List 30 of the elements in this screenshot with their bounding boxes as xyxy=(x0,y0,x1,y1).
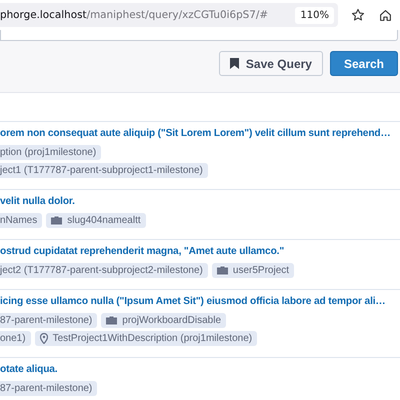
project-tag[interactable]: ption (proj1milestone) xyxy=(0,145,102,160)
task-title-link[interactable]: orem non consequat aute aliquip ("Sit Lorem Lorem") velit cillum sunt reprehend… xyxy=(0,126,400,142)
address-bar[interactable]: phorge.localhost/maniphest/query/xzCGTu0i6pS7/# 110% xyxy=(0,3,338,27)
map-pin-icon xyxy=(40,333,48,344)
project-tag[interactable]: ject1 (T177787-parent-subproject1-milestone) xyxy=(0,163,208,178)
bookmark-icon xyxy=(230,58,239,69)
task-title-link[interactable]: otate aliqua. xyxy=(0,362,400,378)
star-icon[interactable] xyxy=(351,8,365,22)
briefcase-icon xyxy=(106,316,118,325)
project-tag[interactable]: TestProject1WithDescription (proj1milestone) xyxy=(34,331,258,346)
project-tag[interactable]: user5Project xyxy=(212,263,294,278)
project-tag[interactable]: slug404namealtt xyxy=(46,213,146,228)
briefcase-icon xyxy=(216,266,228,275)
project-tag[interactable]: 87-parent-milestone) xyxy=(0,381,98,396)
project-tag[interactable]: nNames xyxy=(0,213,42,228)
project-tag[interactable]: ject2 (T177787-parent-subproject2-milestone) xyxy=(0,263,208,278)
save-query-button[interactable]: Save Query xyxy=(218,51,323,76)
task-title-link[interactable]: icing esse ullamco nulla ("Ipsum Amet Sit") eiusmod officia labore ad tempor ali… xyxy=(0,294,400,310)
url-path: /maniphest/query/xzCGTu0i6pS7/# xyxy=(86,9,268,21)
url-host: phorge.localhost xyxy=(0,9,87,21)
home-icon[interactable] xyxy=(379,8,392,22)
briefcase-icon xyxy=(51,216,62,225)
task-title-link[interactable]: velit nulla dolor. xyxy=(0,194,400,210)
project-tag[interactable]: 87-parent-milestone) xyxy=(0,313,98,328)
project-tag[interactable]: projWorkboardDisable xyxy=(101,313,226,328)
search-button[interactable]: Search xyxy=(330,51,398,76)
zoom-level-badge[interactable]: 110% xyxy=(295,6,334,24)
search-query-field[interactable] xyxy=(0,30,398,41)
task-title-link[interactable]: ostrud cupidatat reprehenderit magna, "Amet aute ullamco." xyxy=(0,244,400,260)
project-tag[interactable]: one1) xyxy=(0,331,31,346)
